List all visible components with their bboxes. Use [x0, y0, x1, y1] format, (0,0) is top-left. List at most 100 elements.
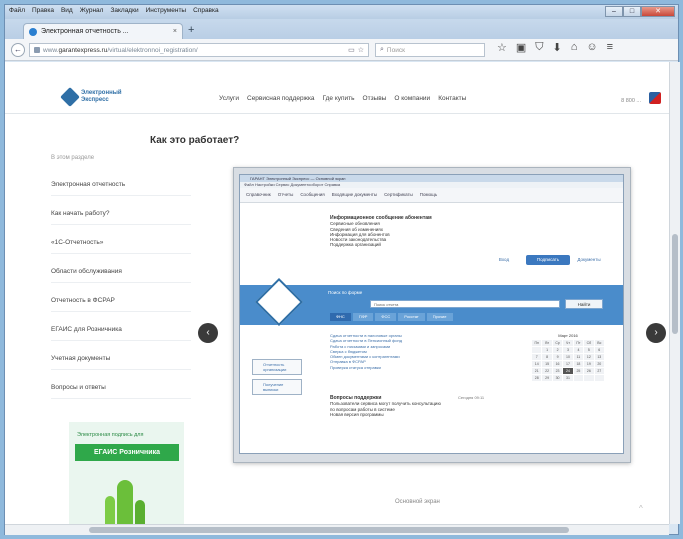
maximize-button[interactable]: □ [623, 6, 641, 17]
url-prefix: www. [43, 46, 59, 54]
calendar-day: 13 [594, 354, 604, 360]
calendar-day [584, 375, 594, 381]
inner-news-block: Вопросы поддержки Пользователи сервиса м… [330, 395, 441, 417]
nav-contacts[interactable]: Контакты [438, 95, 466, 102]
navigation-bar: ← www.garantexpress.ru/virtual/elektronn… [5, 39, 678, 61]
calendar-day: 3 [563, 347, 573, 353]
nav-services[interactable]: Услуги [219, 95, 239, 102]
chat-icon[interactable]: ☺ [586, 41, 597, 54]
scroll-to-top-icon[interactable]: ^ [639, 504, 643, 513]
tab-close-icon[interactable]: × [173, 28, 177, 35]
promo-banner[interactable]: Электронная подпись для ЕГАИС Розничника [69, 422, 184, 524]
menu-edit[interactable]: Правка [32, 7, 54, 14]
calendar-day: 22 [542, 368, 552, 374]
sidebar-item[interactable]: Как начать работу? [51, 196, 191, 225]
sidebar-item[interactable]: Учетная документы [51, 341, 191, 370]
sidebar-item[interactable]: Вопросы и ответы [51, 370, 191, 399]
address-bar[interactable]: www.garantexpress.ru/virtual/elektronnoi… [29, 43, 369, 57]
bookmarks-icon[interactable]: ☆ [497, 41, 507, 54]
inner-links: Сдача отчетности в налоговые органы Сдач… [330, 333, 402, 370]
url-path: /virtual/elektronnoi_registration/ [107, 46, 198, 54]
tab-bar: Электронная отчетность ... × + [5, 19, 678, 39]
screenshot-caption: Основной экран [395, 499, 440, 505]
home-icon[interactable]: ⌂ [571, 41, 578, 54]
menu-history[interactable]: Журнал [80, 7, 104, 14]
calendar-day: 15 [542, 361, 552, 367]
inner-link: Обмен документами с контрагентами [330, 354, 400, 360]
calendar-day: 24 [563, 368, 573, 374]
inner-tool-label: Сертификаты [384, 192, 413, 198]
inner-band-find-button: Найти [565, 299, 603, 309]
library-icon[interactable]: ▣ [516, 41, 526, 54]
title-bar: Файл Правка Вид Журнал Закладки Инструме… [5, 5, 678, 19]
back-button[interactable]: ← [11, 43, 25, 57]
new-tab-button[interactable]: + [188, 24, 194, 36]
inner-link: Сдача отчетности в Пенсионный фонд [330, 338, 403, 344]
calendar-day: 23 [552, 368, 563, 374]
logo-text: Электронный Экспресс [81, 90, 122, 103]
inner-app-window: ГАРАНТ Электронный Экспресс — Основной э… [239, 174, 624, 454]
menu-file[interactable]: Файл [9, 7, 25, 14]
calendar-day: 27 [594, 368, 604, 374]
cactus-illustration [117, 480, 133, 524]
inner-tool: Входящие документы [330, 192, 377, 197]
nav-about[interactable]: О компании [394, 95, 430, 102]
sidebar-item[interactable]: «1С-Отчетность» [51, 225, 191, 254]
inner-band-input: Поиск отчета [370, 300, 560, 308]
menu-bookmarks[interactable]: Закладки [110, 7, 138, 14]
sidebar-item[interactable]: ЕГАИС для Розничника [51, 312, 191, 341]
calendar-day: 18 [573, 361, 584, 367]
reader-view-icon[interactable]: ▭ [348, 46, 355, 54]
calendar-day: 25 [573, 368, 584, 374]
tab-active[interactable]: Электронная отчетность ... × [23, 23, 183, 39]
horizontal-scroll-thumb[interactable] [89, 527, 569, 533]
inner-link: Сдача отчетности в налоговые органы [330, 333, 402, 338]
inner-tool-label: Сообщения [300, 192, 325, 198]
menu-help[interactable]: Справка [193, 7, 219, 14]
horizontal-scrollbar[interactable] [5, 524, 669, 535]
nav-support[interactable]: Сервисная поддержка [247, 95, 315, 102]
inner-tab: Прочие [426, 313, 453, 321]
minimize-button[interactable]: – [605, 6, 623, 17]
menu-bar: Файл Правка Вид Журнал Закладки Инструме… [9, 7, 219, 14]
site-info-icon[interactable] [34, 47, 40, 53]
calendar-day [594, 375, 604, 381]
calendar-day: Вт [542, 340, 552, 346]
logo-icon [60, 87, 80, 107]
search-input[interactable]: ⌕ Поиск [375, 43, 485, 57]
pocket-icon[interactable]: ⛉ [535, 41, 543, 54]
language-flag-icon[interactable] [649, 92, 661, 104]
inner-info-block: Информационное сообщение абонентам Серви… [330, 215, 432, 248]
tab-title: Электронная отчетность ... [41, 28, 129, 35]
inner-entry-link: Вход [498, 257, 510, 262]
bookmark-star-icon[interactable]: ☆ [358, 46, 364, 54]
inner-band-label: Поиск по форме [328, 290, 363, 295]
menu-view[interactable]: Вид [61, 7, 73, 14]
toolbar-icons: ☆ ▣ ⛉ ⬇ ⌂ ☺ ≡ [497, 41, 613, 54]
sidebar-item[interactable]: Электронная отчетность [51, 167, 191, 196]
menu-tools[interactable]: Инструменты [146, 7, 187, 14]
inner-tab: Росстат [398, 313, 425, 321]
close-button[interactable]: ✕ [641, 6, 675, 17]
hamburger-menu-icon[interactable]: ≡ [607, 41, 613, 54]
search-icon: ⌕ [380, 46, 384, 53]
inner-tabs: ФНС ПФР ФСС Росстат Прочие [330, 313, 453, 321]
nav-reviews[interactable]: Отзывы [363, 95, 387, 102]
carousel-prev-button[interactable]: ‹ [198, 323, 218, 343]
inner-news-line: Новая версия программы [330, 411, 384, 417]
sidebar-item[interactable]: Области обслуживания [51, 254, 191, 283]
site-logo[interactable]: Электронный Экспресс [60, 87, 129, 107]
inner-tab: ПФР [352, 313, 374, 321]
carousel-next-button[interactable]: › [646, 323, 666, 343]
promo-button[interactable]: ЕГАИС Розничника [75, 444, 179, 461]
calendar-day: 17 [563, 361, 573, 367]
vertical-scroll-thumb[interactable] [672, 234, 678, 334]
calendar-day: 30 [552, 375, 563, 381]
nav-where-to-buy[interactable]: Где купить [323, 95, 355, 102]
calendar-day: 5 [584, 347, 594, 353]
downloads-icon[interactable]: ⬇ [553, 41, 562, 54]
vertical-scrollbar[interactable] [669, 62, 680, 524]
sidebar-item[interactable]: Отчетность в ФСРАР [51, 283, 191, 312]
cactus-illustration [105, 496, 115, 524]
calendar-day [573, 375, 584, 381]
